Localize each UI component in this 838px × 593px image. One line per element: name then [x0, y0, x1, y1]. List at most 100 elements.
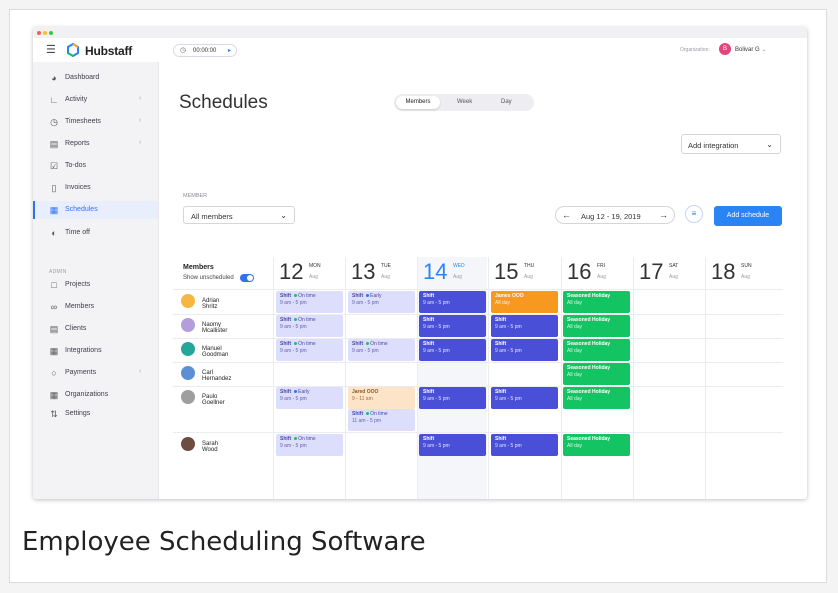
invoice-icon: ▯ [51, 183, 57, 193]
organization-avatar[interactable]: B [719, 43, 731, 55]
tab-day[interactable]: Day [501, 99, 512, 105]
column-divider [561, 257, 562, 499]
checkbox-icon: ☑ [49, 161, 59, 171]
shift-block[interactable]: Shift 9 am - 5 pm [419, 315, 486, 337]
sidebar-item-members[interactable]: ∞ Members [33, 298, 158, 316]
close-dot[interactable] [37, 31, 41, 35]
holiday-block[interactable]: Seasoned Holiday All day [563, 291, 630, 313]
avatar [181, 390, 195, 404]
time-off-icon: ◐ [51, 228, 57, 238]
arrow-right-icon[interactable]: → [659, 210, 668, 220]
sidebar-item-time-off[interactable]: ◐ Time off [33, 224, 158, 242]
folder-icon: □ [51, 280, 57, 290]
tab-week[interactable]: Week [457, 99, 472, 105]
sidebar-item-settings[interactable]: ⇅ Settings [33, 405, 158, 423]
organizations-icon: ▦ [49, 390, 59, 400]
menu-icon[interactable]: ☰ [46, 43, 56, 56]
tab-members[interactable]: Members [396, 96, 440, 109]
early-dot [294, 390, 298, 394]
shift-block[interactable]: Shift Early 9 am - 5 pm [276, 387, 343, 409]
shift-block[interactable]: Shift On time 9 am - 5 pm [348, 339, 415, 361]
column-divider [345, 257, 346, 499]
member-label: MEMBER [183, 193, 208, 199]
time-off-block[interactable]: Jared OOO 9 - 11 am [348, 387, 415, 409]
shift-block[interactable]: Shift 9 am - 5 pm [491, 387, 558, 409]
filter-icon[interactable]: ≡ [685, 205, 703, 223]
avatar [181, 342, 195, 356]
sidebar-item-invoices[interactable]: ▯ Invoices [33, 179, 158, 197]
sidebar-item-activity[interactable]: ∟ Activity ‹ [33, 91, 158, 109]
avatar [181, 366, 195, 380]
on-time-dot [366, 342, 370, 346]
sidebar-item-todos[interactable]: ☑ To-dos [33, 157, 158, 175]
sidebar-item-projects[interactable]: □ Projects [33, 276, 158, 294]
sidebar-item-dashboard[interactable]: ◕ Dashboard [33, 69, 158, 87]
shift-block[interactable]: Shift Early 9 am - 5 pm [348, 291, 415, 313]
timer-value: 00:00:00 [193, 48, 217, 54]
sidebar-item-clients[interactable]: ▤ Clients [33, 320, 158, 338]
chevron-left-icon: ‹ [139, 95, 142, 102]
date-range-picker[interactable]: ← Aug 12 - 19, 2019 → [555, 206, 675, 224]
holiday-block[interactable]: Seasoned Holiday All day [563, 387, 630, 409]
time-off-block[interactable]: James OOO All day [491, 291, 558, 313]
sidebar-item-payments[interactable]: ○ Payments ‹ [33, 364, 158, 382]
avatar [181, 437, 195, 451]
app-name: Hubstaff [85, 44, 133, 58]
shift-block[interactable]: Shift 9 am - 5 pm [419, 387, 486, 409]
holiday-block[interactable]: Seasoned Holiday All day [563, 339, 630, 361]
members-icon: ∞ [50, 302, 58, 312]
hubstaff-logo-icon [67, 43, 79, 57]
play-icon[interactable]: ▸ [228, 47, 231, 54]
holiday-block[interactable]: Seasoned Holiday All day [563, 434, 630, 456]
payments-icon: ○ [51, 368, 57, 378]
shift-block[interactable]: Shift On time 9 am - 5 pm [276, 434, 343, 456]
shift-block[interactable]: Shift 9 am - 5 pm [419, 291, 486, 313]
add-integration-dropdown[interactable]: Add integration ⌄ [681, 134, 781, 154]
shift-block[interactable]: Shift 9 am - 5 pm [491, 315, 558, 337]
add-schedule-button[interactable]: Add schedule [714, 206, 782, 226]
chevron-left-icon: ‹ [139, 117, 142, 124]
minimize-dot[interactable] [43, 31, 47, 35]
caption: Employee Scheduling Software [22, 527, 426, 557]
shift-block[interactable]: Shift 9 am - 5 pm [491, 339, 558, 361]
members-header: Members [183, 264, 214, 271]
shift-block[interactable]: Shift 9 am - 5 pm [491, 434, 558, 456]
on-time-dot [366, 412, 370, 416]
dashboard-icon: ◕ [51, 73, 57, 83]
shift-block[interactable]: Shift On time 9 am - 5 pm [276, 315, 343, 337]
chevron-down-icon: ⌄ [766, 140, 773, 149]
app-window: ☰ Hubstaff ◷ 00:00:00 ▸ Organization: B … [33, 27, 807, 499]
shift-block[interactable]: Shift 9 am - 5 pm [419, 434, 486, 456]
avatar [181, 294, 195, 308]
calendar-icon: ▦ [49, 205, 59, 215]
on-time-dot [294, 437, 298, 441]
report-icon: ▤ [49, 139, 59, 149]
shift-block[interactable]: Shift 9 am - 5 pm [419, 339, 486, 361]
chevron-down-icon: ⌄ [761, 47, 767, 53]
sidebar-item-organizations[interactable]: ▦ Organizations [33, 386, 158, 404]
member-select[interactable]: All members ⌄ [183, 206, 295, 224]
organization-name[interactable]: Bolivar G ⌄ [735, 46, 766, 53]
show-unscheduled-toggle[interactable] [240, 274, 254, 282]
activity-icon: ∟ [49, 95, 59, 105]
shift-block[interactable]: Shift On time 9 am - 5 pm [276, 339, 343, 361]
on-time-dot [294, 318, 298, 322]
column-divider [273, 257, 274, 499]
sidebar-item-integrations[interactable]: ▦ Integrations [33, 342, 158, 360]
sidebar-item-timesheets[interactable]: ◷ Timesheets ‹ [33, 113, 158, 131]
shift-block[interactable]: Shift On time 9 am - 5 pm [276, 291, 343, 313]
sidebar: ◕ Dashboard ∟ Activity ‹ ◷ Timesheets ‹ ▤ Repo… [33, 62, 159, 499]
sidebar-item-reports[interactable]: ▤ Reports ‹ [33, 135, 158, 153]
chevron-left-icon: ‹ [139, 368, 142, 375]
main-content: Schedules Members Week Day Add integrati… [159, 62, 807, 499]
holiday-block[interactable]: Seasoned Holiday All day [563, 363, 630, 385]
shift-block[interactable]: Shift On time 11 am - 5 pm [348, 409, 415, 431]
timer-widget[interactable]: ◷ 00:00:00 ▸ [173, 44, 237, 57]
column-divider [705, 257, 706, 499]
view-toggle: Members Week Day [394, 94, 534, 111]
early-dot [366, 294, 370, 298]
arrow-left-icon[interactable]: ← [562, 210, 571, 220]
sidebar-item-schedules[interactable]: ▦ Schedules [33, 201, 158, 219]
maximize-dot[interactable] [49, 31, 53, 35]
holiday-block[interactable]: Seasoned Holiday All day [563, 315, 630, 337]
